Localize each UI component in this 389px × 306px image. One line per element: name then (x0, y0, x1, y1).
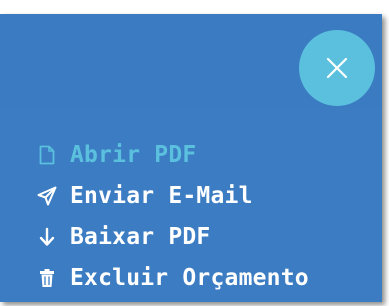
menu-item-label: Baixar PDF (70, 223, 211, 250)
menu-item-label: Excluir Orçamento (70, 264, 309, 291)
floating-action-menu: Abrir PDF Enviar E-Mail Baixar PDF Exclu… (0, 14, 382, 302)
close-button[interactable] (299, 30, 375, 106)
close-icon (326, 57, 348, 79)
menu-item-excluir-orcamento[interactable]: Excluir Orçamento (0, 257, 309, 298)
menu-list: Abrir PDF Enviar E-Mail Baixar PDF Exclu… (0, 134, 309, 298)
menu-item-abrir-pdf[interactable]: Abrir PDF (0, 134, 309, 175)
file-outline-icon (36, 143, 58, 167)
paper-plane-icon (36, 184, 58, 208)
arrow-down-icon (36, 225, 58, 249)
menu-item-baixar-pdf[interactable]: Baixar PDF (0, 216, 309, 257)
menu-item-label: Abrir PDF (70, 141, 197, 168)
menu-item-label: Enviar E-Mail (70, 182, 253, 209)
trash-icon (36, 266, 58, 290)
screen: Abrir PDF Enviar E-Mail Baixar PDF Exclu… (0, 0, 389, 306)
menu-item-enviar-email[interactable]: Enviar E-Mail (0, 175, 309, 216)
